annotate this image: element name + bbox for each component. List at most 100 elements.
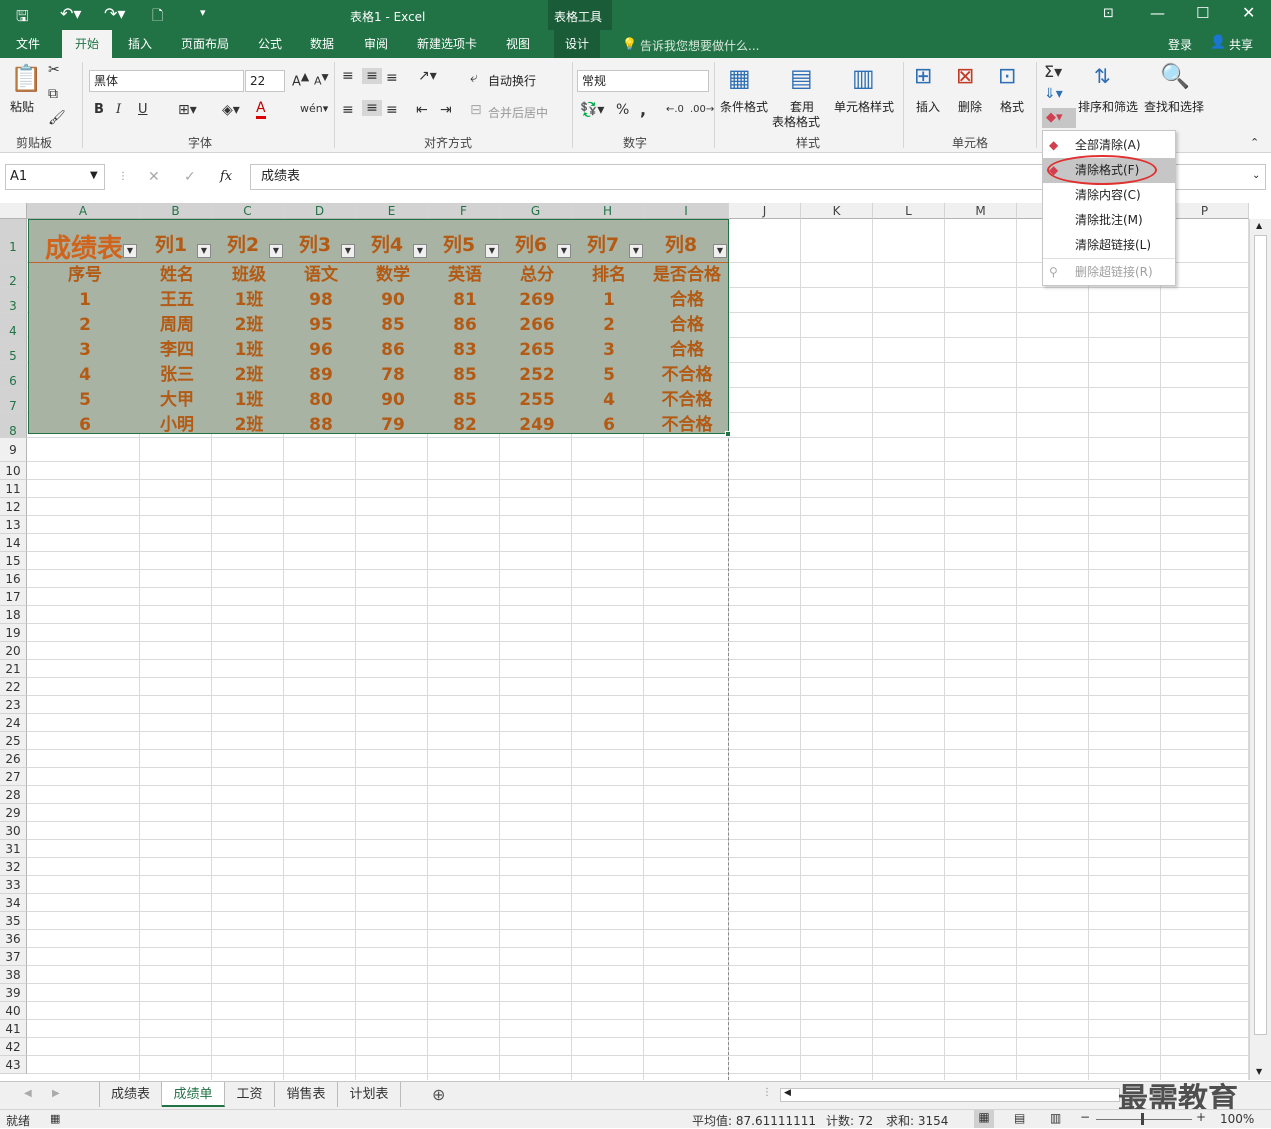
row-header[interactable]: 26 — [0, 750, 27, 768]
bold-button[interactable]: B — [94, 102, 104, 117]
table-cell[interactable]: 3 — [573, 339, 645, 361]
table-cell[interactable]: 90 — [357, 289, 429, 311]
zoom-out-icon[interactable]: − — [1080, 1110, 1090, 1124]
close-icon[interactable]: ✕ — [1242, 3, 1255, 22]
paste-icon[interactable]: 📋 — [10, 64, 42, 94]
table-cell[interactable]: 85 — [357, 314, 429, 336]
select-all-corner[interactable] — [0, 203, 27, 219]
row-header[interactable]: 20 — [0, 642, 27, 660]
tab-file[interactable]: 文件 — [6, 30, 50, 58]
row-header[interactable]: 24 — [0, 714, 27, 732]
tab-review[interactable]: 审阅 — [354, 30, 398, 58]
table-cell[interactable]: 86 — [357, 339, 429, 361]
table-cell[interactable]: 86 — [429, 314, 501, 336]
table-cell[interactable]: 80 — [285, 389, 357, 411]
shrink-font-icon[interactable]: A▼ — [314, 72, 329, 88]
insert-cells-button[interactable]: 插入 — [916, 98, 940, 115]
minimize-icon[interactable]: — — [1150, 4, 1165, 22]
table-cell[interactable]: 排名 — [573, 264, 645, 286]
table-cell[interactable]: 81 — [429, 289, 501, 311]
row-header[interactable]: 28 — [0, 786, 27, 804]
table-column-header[interactable]: 列7 — [573, 230, 633, 257]
table-cell[interactable]: 1 — [573, 289, 645, 311]
row-header[interactable]: 29 — [0, 804, 27, 822]
row-header[interactable]: 32 — [0, 858, 27, 876]
table-column-header[interactable]: 列4 — [357, 230, 417, 257]
tab-page-layout[interactable]: 页面布局 — [172, 30, 238, 58]
filter-dropdown-icon[interactable]: ▼ — [413, 244, 427, 258]
cell-styles-icon[interactable]: ▥ — [852, 64, 875, 92]
row-header[interactable]: 25 — [0, 732, 27, 750]
merge-icon[interactable]: ⊟ — [470, 102, 482, 118]
row-header[interactable]: 21 — [0, 660, 27, 678]
table-cell[interactable]: 大甲 — [141, 389, 213, 411]
row-header[interactable]: 6 — [0, 363, 27, 388]
tab-view[interactable]: 视图 — [496, 30, 540, 58]
maximize-icon[interactable]: ☐ — [1196, 4, 1209, 22]
font-size-box[interactable]: 22 — [245, 70, 285, 92]
table-cell[interactable]: 1班 — [213, 339, 285, 361]
tab-formulas[interactable]: 公式 — [248, 30, 292, 58]
table-cell[interactable]: 249 — [501, 414, 573, 436]
row-header[interactable]: 40 — [0, 1002, 27, 1020]
table-cell[interactable]: 89 — [285, 364, 357, 386]
table-cell[interactable]: 96 — [285, 339, 357, 361]
format-as-table-icon[interactable]: ▤ — [790, 64, 813, 92]
zoom-slider[interactable] — [1096, 1119, 1192, 1120]
table-cell[interactable]: 269 — [501, 289, 573, 311]
font-name-box[interactable]: 黑体 — [89, 70, 244, 92]
align-bottom-icon[interactable]: ≡ — [386, 70, 398, 86]
format-cells-button[interactable]: 格式 — [1000, 98, 1024, 115]
row-header[interactable]: 36 — [0, 930, 27, 948]
filter-dropdown-icon[interactable]: ▼ — [629, 244, 643, 258]
insert-cells-icon[interactable]: ⊞ — [914, 64, 932, 89]
grow-font-icon[interactable]: A▲ — [292, 70, 309, 89]
normal-view-icon[interactable]: ▦ — [974, 1110, 994, 1128]
row-header[interactable]: 30 — [0, 822, 27, 840]
table-cell[interactable]: 4 — [29, 364, 141, 386]
cell-styles-button[interactable]: 单元格样式 — [834, 98, 894, 115]
row-header[interactable]: 39 — [0, 984, 27, 1002]
row-header[interactable]: 27 — [0, 768, 27, 786]
row-header[interactable]: 12 — [0, 498, 27, 516]
format-painter-icon[interactable]: 🖌 — [48, 110, 66, 126]
row-header[interactable]: 4 — [0, 313, 27, 338]
sheet-tab-active[interactable]: 成绩单 — [162, 1082, 225, 1107]
copy-icon[interactable]: ⧉ — [48, 86, 58, 102]
comma-button[interactable]: , — [640, 100, 646, 119]
column-header[interactable]: B — [140, 203, 212, 219]
row-header[interactable]: 8 — [0, 413, 27, 438]
name-box-dropdown-icon[interactable]: ▼ — [90, 170, 98, 181]
collapse-ribbon-icon[interactable]: ⌃ — [1250, 136, 1259, 149]
row-header[interactable]: 37 — [0, 948, 27, 966]
table-cell[interactable]: 82 — [429, 414, 501, 436]
zoom-slider-thumb[interactable] — [1141, 1113, 1144, 1125]
row-header[interactable]: 16 — [0, 570, 27, 588]
row-header[interactable]: 9 — [0, 438, 27, 462]
filter-dropdown-icon[interactable]: ▼ — [197, 244, 211, 258]
tab-design[interactable]: 设计 — [554, 30, 600, 58]
row-header[interactable]: 43 — [0, 1056, 27, 1074]
tab-insert[interactable]: 插入 — [118, 30, 162, 58]
data-table[interactable]: 成绩表 ▼ 列1 ▼ 列2 ▼ 列3 ▼ 列4 ▼ 列5 ▼ 列6 ▼ 列7 ▼ 列8 ▼ 序号 姓名 班级 语文 数学 英语… — [28, 219, 729, 436]
conditional-format-icon[interactable]: ▦ — [728, 64, 751, 92]
table-cell[interactable]: 1 — [29, 289, 141, 311]
tab-home[interactable]: 开始 — [62, 30, 112, 58]
table-cell[interactable]: 90 — [357, 389, 429, 411]
align-left-icon[interactable]: ≡ — [342, 102, 354, 118]
row-header[interactable]: 2 — [0, 263, 27, 288]
sheet-tab[interactable]: 销售表 — [275, 1082, 338, 1107]
table-cell[interactable]: 总分 — [501, 264, 573, 286]
table-cell[interactable]: 6 — [573, 414, 645, 436]
insert-function-button[interactable]: fx — [220, 169, 232, 184]
vertical-scrollbar[interactable]: ▲ ▼ — [1249, 219, 1271, 1080]
paste-button[interactable]: 粘贴 — [10, 98, 34, 115]
table-cell[interactable]: 95 — [285, 314, 357, 336]
row-header[interactable]: 10 — [0, 462, 27, 480]
table-cell[interactable]: 1班 — [213, 389, 285, 411]
redo-icon[interactable]: ↷▾ — [104, 4, 125, 23]
table-cell[interactable]: 266 — [501, 314, 573, 336]
share-button[interactable]: 共享 — [1229, 36, 1253, 53]
filter-dropdown-icon[interactable]: ▼ — [123, 244, 137, 258]
column-header[interactable]: I — [644, 203, 729, 219]
